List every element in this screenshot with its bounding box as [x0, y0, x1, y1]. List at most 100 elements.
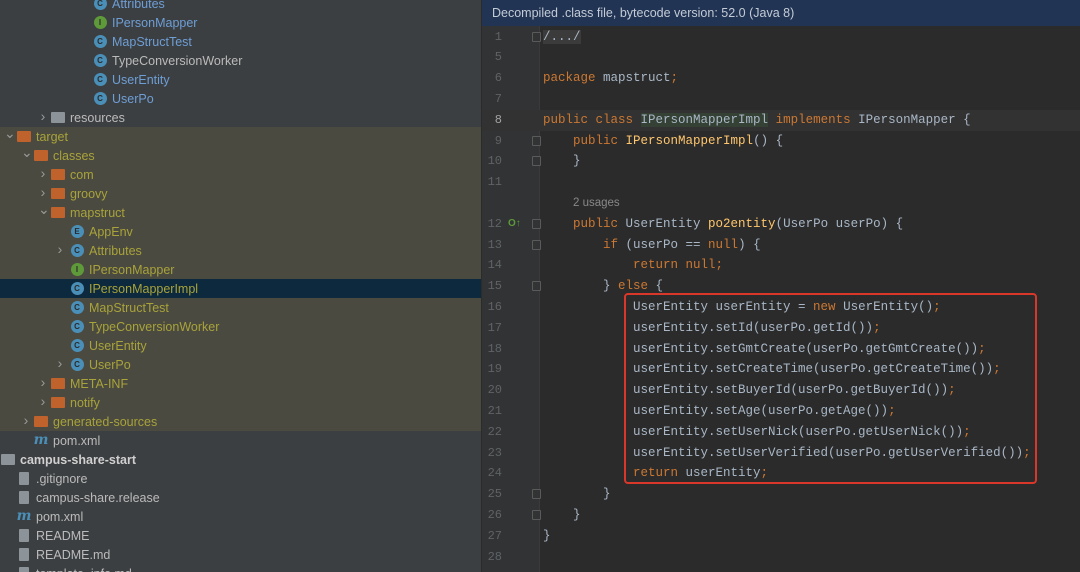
tree-item-label: com: [70, 167, 94, 182]
code-line[interactable]: 8 public class IPersonMapperImpl implemen…: [482, 109, 1080, 131]
code-line[interactable]: 6 package mapstruct;: [482, 68, 1080, 89]
line-number: 1: [494, 29, 502, 44]
class-icon: C: [93, 0, 107, 10]
tree-item-label: IPersonMapper: [112, 15, 198, 30]
banner-text: Decompiled .class file, bytecode version…: [492, 6, 795, 20]
fold-marker-icon[interactable]: [532, 239, 541, 250]
code-line[interactable]: 7: [482, 89, 1080, 110]
chevron-right-icon[interactable]: ›: [38, 185, 48, 199]
chevron-right-icon[interactable]: ›: [55, 242, 65, 256]
tree-item[interactable]: template_info.md: [0, 564, 481, 572]
tree-item-label: Attributes: [89, 243, 142, 258]
chevron-right-icon[interactable]: ›: [38, 109, 48, 123]
usages-link[interactable]: 2 usages: [573, 193, 620, 214]
code-line[interactable]: 10 }: [482, 151, 1080, 172]
tree-item-label: classes: [53, 148, 95, 163]
fold-marker-icon[interactable]: [532, 510, 541, 520]
tree-item[interactable]: › resources: [0, 108, 481, 127]
chevron-right-icon[interactable]: ›: [21, 413, 31, 427]
code-text: }: [543, 154, 581, 169]
chevron-down-icon[interactable]: ⌄: [4, 126, 16, 140]
chevron-down-icon[interactable]: ⌄: [21, 145, 33, 159]
tree-item[interactable]: campus-share.release: [0, 488, 481, 507]
tree-item-label: pom.xml: [53, 433, 101, 448]
tree-item[interactable]: › C UserPo: [0, 355, 481, 374]
tree-item-label: resources: [70, 110, 125, 125]
tree-item-label: UserPo: [112, 91, 154, 106]
line-number: 18: [487, 341, 502, 356]
chevron-down-icon[interactable]: ⌄: [38, 202, 50, 216]
tree-item[interactable]: C UserEntity: [0, 336, 481, 355]
chevron-right-icon[interactable]: ›: [38, 375, 48, 389]
tree-item[interactable]: campus-share-start: [0, 450, 481, 469]
tree-item-label: pom.xml: [36, 509, 84, 524]
tree-item[interactable]: › groovy: [0, 184, 481, 203]
code-text: }: [543, 508, 581, 522]
tree-item[interactable]: › META-INF: [0, 374, 481, 393]
line-number: 23: [487, 445, 502, 460]
tree-item-label: IPersonMapperImpl: [89, 281, 199, 296]
tree-item-label: template_info.md: [36, 567, 132, 572]
code-line[interactable]: 27}: [482, 526, 1080, 547]
code-line[interactable]: 9 public IPersonMapperImpl() {: [482, 131, 1080, 152]
line-number: 9: [494, 133, 502, 148]
code-line[interactable]: 25 }: [482, 484, 1080, 505]
file-icon: [17, 547, 31, 561]
line-number: 11: [487, 175, 502, 190]
code-line[interactable]: 26 }: [482, 505, 1080, 526]
code-line[interactable]: 12 O↑ public UserEntity po2entity(UserPo …: [482, 214, 1080, 235]
tree-item[interactable]: C Attributes: [0, 0, 481, 13]
tree-item[interactable]: I IPersonMapper: [0, 13, 481, 32]
tree-item[interactable]: C UserEntity: [0, 70, 481, 89]
tree-item[interactable]: ⌄ target: [0, 126, 481, 146]
tree-item[interactable]: I IPersonMapper: [0, 260, 481, 279]
tree-item[interactable]: C IPersonMapperImpl: [0, 279, 481, 298]
tree-item[interactable]: › C Attributes: [0, 241, 481, 260]
tree-item[interactable]: m pom.xml: [0, 507, 481, 526]
tree-item[interactable]: ⌄ mapstruct: [0, 202, 481, 222]
tree-item[interactable]: .gitignore: [0, 469, 481, 488]
highlight-annotation-box: [624, 293, 1037, 484]
tree-item[interactable]: README: [0, 526, 481, 545]
chevron-right-icon[interactable]: ›: [38, 166, 48, 180]
fold-marker-icon[interactable]: [532, 31, 541, 42]
code-line[interactable]: 13 if (userPo == null) {: [482, 235, 1080, 256]
tree-item[interactable]: E AppEnv: [0, 222, 481, 241]
implements-method-icon[interactable]: O↑: [508, 214, 521, 235]
folder-icon: [34, 148, 48, 162]
file-icon: [17, 471, 31, 485]
code-line[interactable]: 5: [482, 47, 1080, 68]
code-text: public UserEntity po2entity(UserPo userP…: [573, 216, 904, 231]
fold-marker-icon[interactable]: [532, 135, 541, 146]
tree-item[interactable]: m pom.xml: [0, 431, 481, 450]
tree-item[interactable]: C UserPo: [0, 89, 481, 108]
tree-item[interactable]: C TypeConversionWorker: [0, 317, 481, 336]
folder-icon: [51, 205, 65, 219]
tree-item-label: TypeConversionWorker: [89, 319, 220, 334]
tree-item[interactable]: › notify: [0, 393, 481, 412]
fold-marker-icon[interactable]: [532, 218, 541, 229]
chevron-right-icon[interactable]: ›: [38, 394, 48, 408]
tree-item[interactable]: › generated-sources: [0, 412, 481, 431]
tree-item-label: META-INF: [70, 376, 129, 391]
tree-item[interactable]: › com: [0, 165, 481, 184]
tree-item[interactable]: C MapStructTest: [0, 32, 481, 51]
tree-item-label: campus-share.release: [36, 490, 160, 505]
tree-item-label: MapStructTest: [112, 34, 192, 49]
line-number: 25: [487, 487, 502, 502]
code-line[interactable]: 14 return null;: [482, 255, 1080, 276]
fold-marker-icon[interactable]: [532, 281, 541, 292]
code-line[interactable]: 28: [482, 547, 1080, 568]
chevron-right-icon[interactable]: ›: [55, 356, 65, 370]
usages-hint: 2 usages: [482, 193, 1080, 214]
line-number: 22: [487, 424, 502, 439]
fold-marker-icon[interactable]: [532, 489, 541, 500]
tree-item-label: UserEntity: [112, 72, 170, 87]
fold-marker-icon[interactable]: [532, 156, 541, 167]
tree-item[interactable]: README.md: [0, 545, 481, 564]
code-line[interactable]: 1 /.../: [482, 27, 1080, 48]
tree-item[interactable]: ⌄ classes: [0, 145, 481, 165]
code-line[interactable]: 11: [482, 172, 1080, 193]
tree-item[interactable]: C MapStructTest: [0, 298, 481, 317]
tree-item[interactable]: C TypeConversionWorker: [0, 51, 481, 70]
